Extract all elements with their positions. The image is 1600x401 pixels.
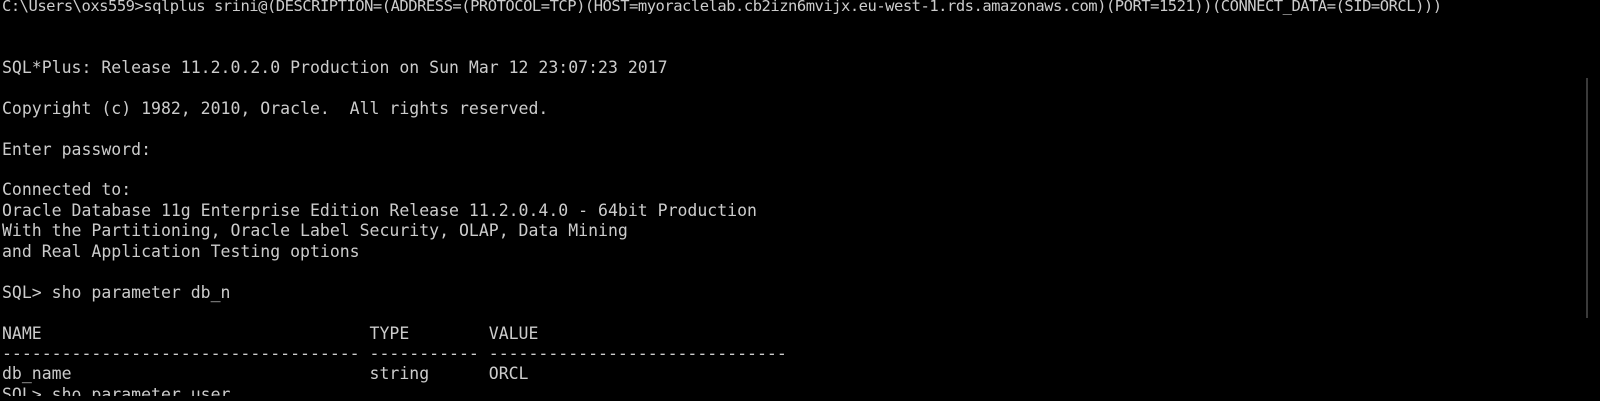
password-prompt-line: Enter password:: [2, 140, 152, 159]
table-row: db_name string ORCL: [2, 364, 529, 383]
vertical-scrollbar[interactable]: [1584, 0, 1600, 401]
sqlplus-banner-line: SQL*Plus: Release 11.2.0.2.0 Production …: [2, 58, 668, 77]
sql-prompt-line: SQL> sho parameter user: [2, 385, 231, 401]
options-line: and Real Application Testing options: [2, 242, 360, 261]
scrollbar-track[interactable]: [1586, 78, 1588, 318]
sql-prompt-line: SQL> sho parameter db_n: [2, 283, 231, 302]
copyright-line: Copyright (c) 1982, 2010, Oracle. All ri…: [2, 99, 549, 118]
command-line: C:\Users\oxs559>sqlplus srini@(DESCRIPTI…: [2, 0, 1442, 15]
connected-line: Connected to:: [2, 180, 132, 199]
console-window[interactable]: C:\Users\oxs559>sqlplus srini@(DESCRIPTI…: [0, 0, 1584, 401]
table-separator-line: ------------------------------------ ---…: [2, 344, 787, 363]
database-edition-line: Oracle Database 11g Enterprise Edition R…: [2, 201, 757, 220]
table-header-line: NAME TYPE VALUE: [2, 324, 539, 343]
options-line: With the Partitioning, Oracle Label Secu…: [2, 221, 628, 240]
